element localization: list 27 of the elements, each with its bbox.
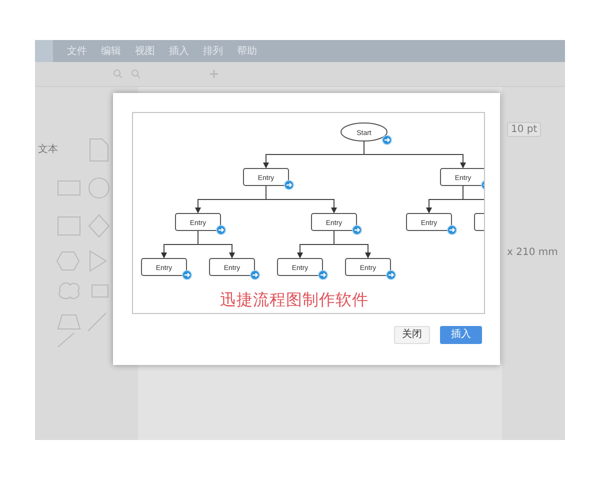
arrow-circle-icon[interactable] bbox=[447, 225, 457, 235]
arrow-circle-icon[interactable] bbox=[216, 225, 226, 235]
arrow-circle-icon[interactable] bbox=[386, 270, 396, 280]
arrow-circle-icon[interactable] bbox=[182, 270, 192, 280]
connector-arrow bbox=[198, 230, 235, 258]
arrow-circle-icon[interactable] bbox=[284, 180, 294, 190]
caption-text: 迅捷流程图制作软件 bbox=[220, 290, 368, 309]
process-node bbox=[474, 213, 484, 231]
arrow-circle-icon[interactable] bbox=[481, 180, 484, 190]
menu-item[interactable]: 视图 bbox=[135, 44, 155, 58]
page-size-label: x 210 mm bbox=[507, 247, 558, 258]
arrow-circle-icon[interactable] bbox=[250, 270, 260, 280]
insert-button[interactable]: 插入 bbox=[440, 326, 482, 344]
menu-item[interactable]: 文件 bbox=[67, 44, 87, 58]
font-size-field[interactable]: 10 pt bbox=[507, 122, 542, 137]
menu-item[interactable]: 排列 bbox=[203, 44, 223, 58]
menu-item[interactable]: 插入 bbox=[169, 44, 189, 58]
close-button[interactable]: 关闭 bbox=[394, 326, 430, 344]
app-logo-icon bbox=[35, 40, 53, 62]
sidebar-label: 文本 bbox=[38, 144, 58, 155]
connector-arrow bbox=[266, 185, 337, 214]
arrow-circle-icon[interactable] bbox=[382, 135, 392, 145]
arrow-circle-icon[interactable] bbox=[352, 225, 362, 235]
arrow-circle-icon[interactable] bbox=[318, 270, 328, 280]
connector-arrow bbox=[334, 230, 371, 258]
menu-item[interactable]: 编辑 bbox=[101, 44, 121, 58]
menu-item[interactable]: 帮助 bbox=[237, 44, 257, 58]
